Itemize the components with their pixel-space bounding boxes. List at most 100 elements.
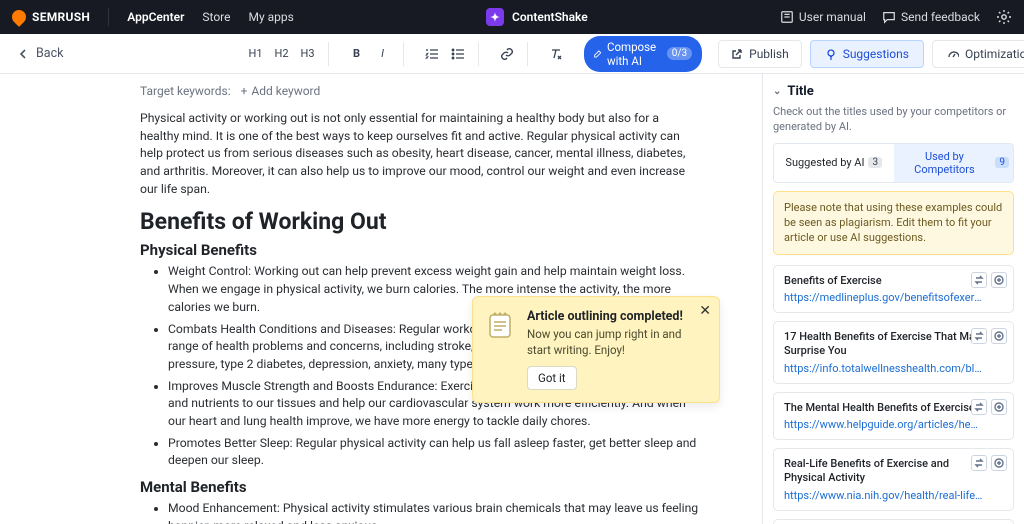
card-title: The Mental Health Benefits of Exercise bbox=[784, 401, 983, 415]
list-group bbox=[412, 42, 479, 66]
app-header: SEMRUSH AppCenter Store My apps ✦ Conten… bbox=[0, 0, 1024, 34]
popover-close-button[interactable]: ✕ bbox=[699, 303, 711, 319]
unordered-list-button[interactable] bbox=[446, 42, 470, 66]
notes-icon bbox=[485, 311, 517, 341]
add-title-button[interactable] bbox=[991, 399, 1007, 415]
card-title: Benefits of Exercise bbox=[784, 274, 983, 288]
competitor-title-card[interactable]: Real-Life Benefits of Exercise and Physi… bbox=[773, 448, 1014, 511]
publish-button[interactable]: Publish bbox=[718, 40, 802, 68]
arrow-left-icon bbox=[18, 48, 30, 60]
mental-benefits-list[interactable]: Mood Enhancement: Physical activity stim… bbox=[140, 500, 700, 524]
send-feedback-link[interactable]: Send feedback bbox=[882, 10, 980, 24]
add-title-button[interactable] bbox=[991, 455, 1007, 471]
competitor-title-card[interactable]: The Top 10 Benefits of Regular Physical … bbox=[773, 519, 1014, 524]
header-right-links: User manual Send feedback bbox=[780, 9, 1012, 25]
tab-optimization[interactable]: Optimization 3.7 bbox=[932, 40, 1024, 68]
target-keywords-label: Target keywords: bbox=[140, 84, 231, 98]
swap-icon bbox=[974, 275, 984, 285]
nav-my-apps[interactable]: My apps bbox=[249, 10, 294, 24]
semrush-logo[interactable]: SEMRUSH bbox=[12, 10, 90, 24]
card-title: 17 Health Benefits of Exercise That May … bbox=[784, 330, 983, 359]
gauge-icon bbox=[947, 48, 959, 60]
swap-title-button[interactable] bbox=[971, 272, 987, 288]
suggestions-sidebar: ⌄ Title Check out the titles used by you… bbox=[762, 74, 1024, 524]
current-app-name: ContentShake bbox=[512, 10, 588, 24]
competitor-title-card[interactable]: 17 Health Benefits of Exercise That May … bbox=[773, 321, 1014, 384]
link-icon bbox=[500, 47, 514, 61]
italic-button[interactable]: I bbox=[371, 42, 395, 66]
h3-button[interactable]: H3 bbox=[296, 42, 320, 66]
add-keyword-button[interactable]: + Add keyword bbox=[241, 84, 321, 98]
book-icon bbox=[780, 10, 794, 24]
text-style-group: B I bbox=[337, 42, 404, 66]
swap-title-button[interactable] bbox=[971, 328, 987, 344]
tab-suggestions[interactable]: Suggestions bbox=[810, 40, 924, 68]
heading-benefits[interactable]: Benefits of Working Out bbox=[140, 208, 744, 235]
clear-format-button[interactable] bbox=[544, 42, 568, 66]
swap-title-button[interactable] bbox=[971, 455, 987, 471]
competitor-title-card[interactable]: Benefits of Exercise https://medlineplus… bbox=[773, 265, 1014, 313]
plagiarism-warning: Please note that using these examples co… bbox=[773, 191, 1014, 255]
list-item[interactable]: Promotes Better Sleep: Regular physical … bbox=[168, 435, 700, 470]
divider bbox=[108, 8, 109, 26]
semrush-flame-icon bbox=[9, 7, 29, 27]
competitor-title-card[interactable]: The Mental Health Benefits of Exercise h… bbox=[773, 392, 1014, 440]
chat-icon bbox=[882, 10, 896, 24]
panel-subtitle: Check out the titles used by your compet… bbox=[773, 105, 1014, 135]
semrush-wordmark: SEMRUSH bbox=[32, 10, 90, 24]
plus-circle-icon bbox=[994, 275, 1004, 285]
plus-icon: + bbox=[241, 84, 248, 98]
clear-format-icon bbox=[549, 47, 563, 61]
card-url[interactable]: https://www.nia.nih.gov/health/real-life… bbox=[784, 489, 983, 502]
swap-icon bbox=[974, 458, 984, 468]
appcenter-label[interactable]: AppCenter bbox=[127, 10, 184, 24]
plus-circle-icon bbox=[994, 331, 1004, 341]
outline-complete-popover: ✕ Article outlining completed! Now you c… bbox=[472, 296, 720, 403]
popover-got-it-button[interactable]: Got it bbox=[527, 366, 577, 390]
bold-button[interactable]: B bbox=[345, 42, 369, 66]
panel-title-toggle[interactable]: ⌄ Title bbox=[773, 84, 1014, 99]
gear-icon bbox=[996, 9, 1012, 25]
card-title: Real-Life Benefits of Exercise and Physi… bbox=[784, 457, 983, 486]
nav-store[interactable]: Store bbox=[202, 10, 230, 24]
list-ol-icon bbox=[425, 47, 439, 61]
h2-button[interactable]: H2 bbox=[270, 42, 294, 66]
popover-title: Article outlining completed! bbox=[527, 309, 705, 324]
settings-button[interactable] bbox=[996, 9, 1012, 25]
clear-group bbox=[536, 42, 576, 66]
link-group bbox=[487, 42, 528, 66]
seg-used-by-competitors[interactable]: Used by Competitors 9 bbox=[894, 144, 1014, 182]
compose-count: 0/3 bbox=[667, 47, 692, 60]
add-title-button[interactable] bbox=[991, 328, 1007, 344]
swap-title-button[interactable] bbox=[971, 399, 987, 415]
contentshake-icon: ✦ bbox=[486, 8, 504, 26]
card-url[interactable]: https://medlineplus.gov/benefitsofexerci… bbox=[784, 291, 983, 304]
list-ul-icon bbox=[451, 47, 465, 61]
swap-icon bbox=[974, 402, 984, 412]
add-title-button[interactable] bbox=[991, 272, 1007, 288]
h1-button[interactable]: H1 bbox=[243, 42, 267, 66]
link-button[interactable] bbox=[495, 42, 519, 66]
back-button[interactable]: Back bbox=[12, 42, 69, 65]
chevron-down-icon: ⌄ bbox=[773, 86, 781, 97]
editor-toolbar: Back H1 H2 H3 B I Compose with AI 0/3 bbox=[0, 34, 1024, 74]
main-layout: Target keywords: + Add keyword Physical … bbox=[0, 74, 1024, 524]
plus-circle-icon bbox=[994, 402, 1004, 412]
card-url[interactable]: https://www.helpguide.org/articles/healt… bbox=[784, 418, 983, 431]
ordered-list-button[interactable] bbox=[420, 42, 444, 66]
title-source-segmented: Suggested by AI 3 Used by Competitors 9 bbox=[773, 143, 1014, 183]
popover-text: Now you can jump right in and start writ… bbox=[527, 327, 705, 358]
heading-group: H1 H2 H3 bbox=[235, 42, 328, 66]
plus-circle-icon bbox=[994, 458, 1004, 468]
heading-mental[interactable]: Mental Benefits bbox=[140, 478, 744, 496]
list-item[interactable]: Mood Enhancement: Physical activity stim… bbox=[168, 500, 700, 524]
share-icon bbox=[731, 48, 743, 60]
card-url[interactable]: https://info.totalwellnesshealth.com/blo… bbox=[784, 362, 983, 375]
swap-icon bbox=[974, 331, 984, 341]
compose-with-ai-button[interactable]: Compose with AI 0/3 bbox=[584, 36, 703, 72]
current-app[interactable]: ✦ ContentShake bbox=[486, 8, 588, 26]
intro-paragraph[interactable]: Physical activity or working out is not … bbox=[140, 110, 700, 198]
seg-suggested-by-ai[interactable]: Suggested by AI 3 bbox=[774, 144, 894, 182]
user-manual-link[interactable]: User manual bbox=[780, 10, 866, 24]
heading-physical[interactable]: Physical Benefits bbox=[140, 241, 744, 259]
